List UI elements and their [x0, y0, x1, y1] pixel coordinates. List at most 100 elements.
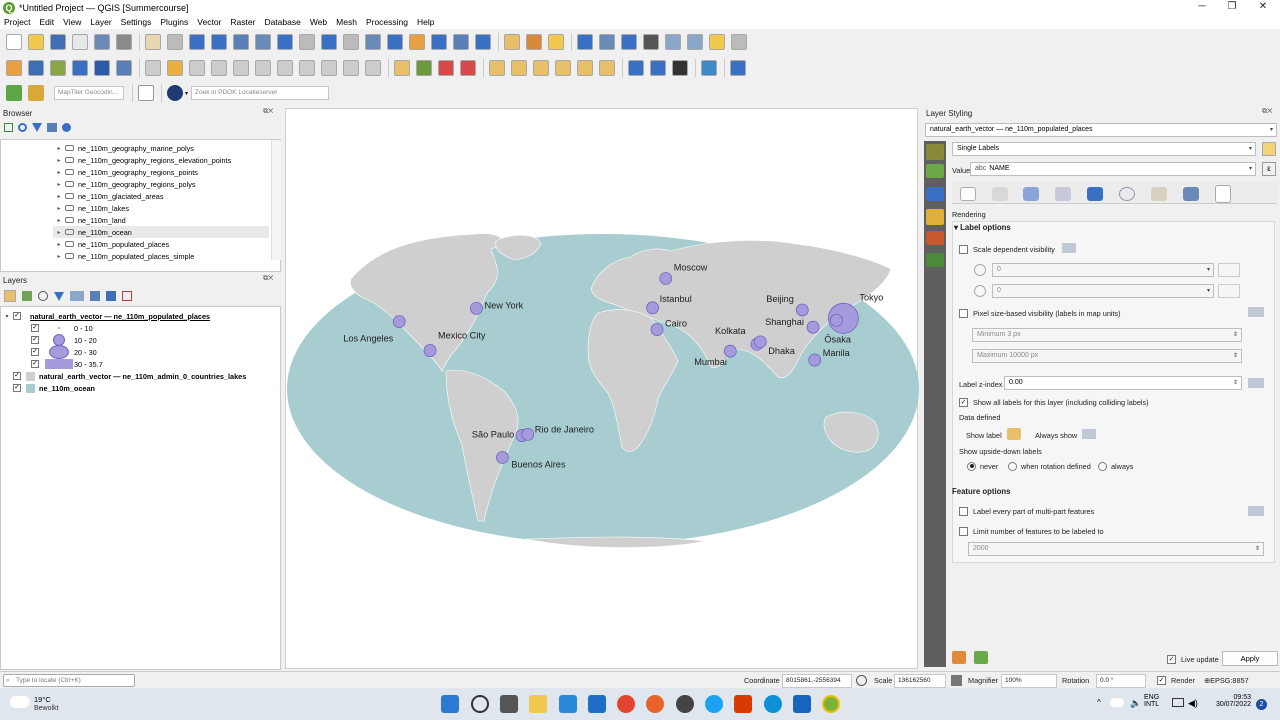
onedrive-icon[interactable]	[1110, 698, 1124, 707]
toolbar-tool-icon[interactable]	[621, 34, 637, 50]
search-icon[interactable]	[471, 695, 489, 713]
abc-labels-icon[interactable]	[926, 187, 944, 201]
rotation-field[interactable]: 0.0 °	[1096, 674, 1146, 688]
render-toggle[interactable]: ✓ Render	[1157, 674, 1195, 686]
city-point[interactable]	[830, 313, 843, 327]
toolbar-tool-icon[interactable]	[211, 60, 227, 76]
browser-item[interactable]: ▸ ne_110m_lakes	[53, 202, 269, 214]
toolbar-tool-icon[interactable]	[555, 60, 571, 76]
history-icon[interactable]	[926, 253, 944, 267]
data-defined-icon[interactable]	[1248, 307, 1264, 317]
expression-icon[interactable]: ε	[1262, 162, 1276, 176]
menu-project[interactable]: Project	[4, 17, 30, 27]
show-label-data-defined-icon[interactable]	[1007, 428, 1021, 440]
toolbar-tool-icon[interactable]	[504, 34, 520, 50]
expand-all-icon[interactable]	[90, 291, 100, 301]
start-icon[interactable]	[441, 695, 459, 713]
scale-field[interactable]: 136162560	[894, 674, 946, 688]
toolbar-tool-icon[interactable]	[730, 60, 746, 76]
rendering-tab-icon[interactable]	[1215, 185, 1231, 203]
data-defined-icon[interactable]	[1248, 378, 1264, 388]
toolbar-tool-icon[interactable]	[116, 34, 132, 50]
max-scale-select[interactable]: 0 ▾	[992, 284, 1214, 298]
l-app-icon[interactable]	[588, 695, 606, 713]
panel-float-close-icon[interactable]: ⧉✕	[263, 275, 273, 283]
toolbar-tool-icon[interactable]	[116, 60, 132, 76]
labels-tab-icon[interactable]	[926, 164, 944, 178]
filter-icon[interactable]	[32, 123, 42, 132]
chrome-icon[interactable]	[617, 695, 635, 713]
mask-tab-icon[interactable]	[1055, 187, 1071, 201]
store-icon[interactable]	[559, 695, 577, 713]
expand-icon[interactable]: ▸	[53, 205, 65, 212]
min-scale-select[interactable]: 0 ▾	[992, 263, 1214, 277]
legend-class-row[interactable]: ✓ 30 - 35.7	[31, 358, 103, 370]
toolbar-tool-icon[interactable]	[233, 34, 249, 50]
toolbar-tool-icon[interactable]	[299, 34, 315, 50]
expand-icon[interactable]: ▸	[53, 253, 65, 260]
toolbar-tool-icon[interactable]	[628, 60, 644, 76]
scale-options-icon[interactable]	[1218, 284, 1240, 298]
label-mode-select[interactable]: Single Labels ▾	[952, 142, 1256, 156]
toolbar-tool-icon[interactable]	[650, 60, 666, 76]
menu-edit[interactable]: Edit	[39, 17, 54, 27]
expand-icon[interactable]: ▸	[53, 193, 65, 200]
notification-badge[interactable]: 2	[1256, 699, 1267, 710]
city-point[interactable]	[423, 344, 437, 357]
city-point[interactable]	[795, 303, 809, 317]
open-styling-icon[interactable]	[4, 290, 16, 302]
toolbar-tool-icon[interactable]	[548, 34, 564, 50]
toolbar-tool-icon[interactable]	[145, 60, 161, 76]
magnifier-field[interactable]: 100%	[1001, 674, 1057, 688]
chevron-down-icon[interactable]: ▾	[185, 90, 188, 97]
toolbar-tool-icon[interactable]	[511, 60, 527, 76]
toolbar-tool-icon[interactable]	[701, 60, 717, 76]
toolbar-tool-icon[interactable]	[687, 34, 703, 50]
placement-tab-icon[interactable]	[1183, 187, 1199, 201]
add-group-icon[interactable]	[22, 291, 32, 301]
min-px-spin[interactable]: Minimum 3 px ⇕	[972, 328, 1242, 342]
toolbar-tool-icon[interactable]	[50, 34, 66, 50]
volume-icon[interactable]: 🔈	[1130, 698, 1141, 709]
redo-icon[interactable]	[974, 651, 988, 664]
toolbar-tool-icon[interactable]	[577, 34, 593, 50]
coordinate-field[interactable]: 8015861,-2556394	[782, 674, 852, 688]
class-checkbox[interactable]: ✓	[31, 324, 39, 332]
city-point[interactable]	[392, 315, 406, 329]
toolbar-tool-icon[interactable]	[709, 34, 725, 50]
callout-tab-icon[interactable]	[1151, 187, 1167, 201]
multipart-row[interactable]: Label every part of multi-part features	[959, 505, 1094, 517]
task-view-icon[interactable]	[500, 695, 518, 713]
collapse-all-icon[interactable]	[106, 291, 116, 301]
browser-item[interactable]: ▸ ne_110m_geography_regions_elevation_poi…	[53, 154, 269, 166]
toolbar-tool-icon[interactable]	[277, 60, 293, 76]
qgis-taskbar-icon[interactable]	[822, 695, 840, 713]
toolbar-tool-icon[interactable]	[233, 60, 249, 76]
toolbar-tool-icon[interactable]	[167, 60, 183, 76]
language-indicator[interactable]: ENG INTL	[1144, 694, 1159, 708]
city-point[interactable]	[808, 353, 822, 367]
layer-row-countries-lakes[interactable]: ✓ natural_earth_vector — ne_110m_admin_0…	[13, 370, 246, 382]
layer-checkbox[interactable]: ✓	[13, 312, 21, 320]
text-tab-icon[interactable]	[960, 187, 976, 201]
legend-class-row[interactable]: ✓ 0 - 10	[31, 322, 93, 334]
weather-temp[interactable]: 19°C	[34, 695, 51, 704]
browser-item[interactable]: ▸ ne_110m_geography_marine_polys	[53, 142, 269, 154]
toolbar-tool-icon[interactable]	[409, 34, 425, 50]
pdok-icon[interactable]	[167, 85, 183, 101]
class-checkbox[interactable]: ✓	[31, 360, 39, 368]
data-defined-icon[interactable]	[1082, 429, 1096, 439]
browser-item[interactable]: ▸ ne_110m_geography_regions_points	[53, 166, 269, 178]
scale-options-icon[interactable]	[1218, 263, 1240, 277]
symbology-icon[interactable]	[926, 144, 944, 160]
browser-scrollbar[interactable]	[271, 140, 281, 260]
minimize-icon[interactable]: ─	[1187, 0, 1217, 14]
toolbar-tool-icon[interactable]	[365, 34, 381, 50]
toolbar-tool-icon[interactable]	[599, 60, 615, 76]
value-field-select[interactable]: abc NAME ▾	[970, 162, 1256, 176]
toolbar-tool-icon[interactable]	[277, 34, 293, 50]
3d-view-icon[interactable]	[926, 209, 944, 225]
city-point[interactable]	[806, 320, 820, 334]
toolbar-tool-icon[interactable]	[211, 34, 227, 50]
zindex-spin[interactable]: 0.00 ⇕	[1004, 376, 1242, 390]
